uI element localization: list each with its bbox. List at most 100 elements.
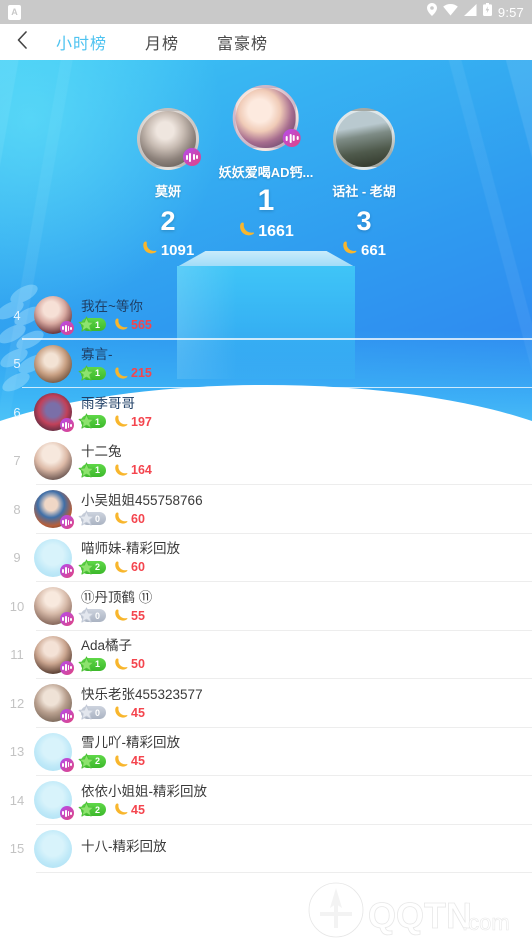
- score-value: 164: [131, 463, 152, 477]
- user-name: 十二兔: [81, 444, 122, 460]
- table-row[interactable]: 7 十二兔 1 164: [0, 437, 532, 485]
- table-row[interactable]: 5 寡言- 1 215: [0, 340, 532, 388]
- row-info: 雪儿吖-精彩回放 2 45: [78, 735, 180, 769]
- score: 164: [114, 463, 152, 477]
- row-meta: 1 215: [78, 365, 152, 381]
- live-badge-icon: [60, 757, 74, 772]
- score-value: 197: [131, 414, 152, 429]
- table-row[interactable]: 13 雪儿吖-精彩回放 2 45: [0, 728, 532, 776]
- row-meta: 2 60: [78, 559, 180, 575]
- top-three-winners: 莫妍 2 1091 话社 - 老胡 3 661 妖妖爱喝AD钙... 1 166…: [0, 60, 532, 320]
- row-info: 雨季哥哥 1 197: [78, 396, 152, 429]
- score-value: 45: [131, 802, 145, 817]
- winner-third-name: 话社 - 老胡: [332, 184, 396, 199]
- avatar-wrap[interactable]: [34, 587, 74, 627]
- ranking-list[interactable]: 4 我在~等你 1 565 5 寡言- 1 215 6 雨季哥哥 1 197 7 十二兔 1 164 8 小吴姐姐…: [0, 291, 532, 946]
- score-value: 60: [131, 560, 145, 574]
- row-info: 小吴姐姐455758766 0 60: [78, 493, 203, 526]
- rank-number: 4: [13, 307, 21, 323]
- avatar-wrap[interactable]: [34, 296, 74, 336]
- rank-number: 14: [9, 792, 25, 808]
- table-row[interactable]: 15 十八-精彩回放: [0, 825, 532, 873]
- score: 45: [114, 754, 145, 768]
- status-bar-right: 9:57: [426, 3, 524, 21]
- avatar-wrap[interactable]: [34, 490, 74, 530]
- status-bar-clock: 9:57: [497, 4, 524, 20]
- live-badge-icon: [60, 806, 74, 821]
- user-name: 快乐老张455323577: [81, 686, 203, 702]
- score-value: 45: [131, 705, 145, 720]
- level-value: 0: [95, 707, 101, 718]
- table-row[interactable]: 6 雨季哥哥 1 197: [0, 388, 532, 437]
- back-button[interactable]: [0, 24, 44, 60]
- avatar-wrap[interactable]: [34, 393, 74, 433]
- level-value: 0: [95, 610, 101, 621]
- live-badge-icon: [60, 418, 74, 433]
- table-row[interactable]: 8 小吴姐姐455758766 0 60: [0, 485, 532, 534]
- score-value: 215: [131, 366, 152, 380]
- row-meta: 1 50: [78, 656, 145, 672]
- rank-number: 12: [9, 695, 25, 711]
- rank-number: 5: [13, 356, 21, 372]
- avatar-wrap[interactable]: [34, 781, 74, 821]
- winner-first-avatar-wrap: [233, 85, 301, 151]
- score: 45: [114, 706, 145, 720]
- status-bar: A 9:57: [0, 0, 532, 24]
- level-badge: 2: [78, 753, 107, 769]
- table-row[interactable]: 12 快乐老张455323577 0 45: [0, 679, 532, 728]
- winner-third[interactable]: 话社 - 老胡 3 661: [318, 108, 410, 259]
- winner-second[interactable]: 莫妍 2 1091: [122, 108, 214, 259]
- table-row[interactable]: 9 喵师妹-精彩回放 2 60: [0, 534, 532, 582]
- live-badge-icon: [283, 129, 301, 147]
- winner-first-score: 1661: [258, 223, 294, 240]
- live-badge-icon: [60, 709, 74, 724]
- avatar-wrap[interactable]: [34, 441, 72, 480]
- row-info: 快乐老张455323577 0 45: [78, 686, 203, 720]
- avatar: [34, 344, 72, 383]
- winner-second-score: 1091: [160, 241, 195, 259]
- user-name: 依依小姐姐-精彩回放: [81, 783, 207, 799]
- score-value: 565: [131, 317, 152, 332]
- level-badge: 2: [78, 801, 107, 817]
- user-name: ⑪丹顶鹤 ⑪: [81, 589, 153, 605]
- tab-hourly[interactable]: 小时榜: [56, 30, 107, 54]
- row-meta: 0 45: [78, 704, 203, 720]
- avatar-wrap[interactable]: [34, 732, 74, 772]
- row-meta: 2 45: [78, 753, 180, 769]
- live-badge-icon: [60, 321, 74, 336]
- winner-second-avatar-wrap: [137, 108, 201, 170]
- status-bar-left: A: [8, 4, 21, 20]
- winner-second-rank: 2: [160, 206, 176, 236]
- user-name: 我在~等你: [81, 298, 143, 314]
- avatar-wrap[interactable]: [34, 538, 74, 578]
- tab-tycoon[interactable]: 富豪榜: [217, 30, 268, 54]
- level-badge: 0: [78, 510, 107, 526]
- table-row[interactable]: 10 ⑪丹顶鹤 ⑪ 0 55: [0, 582, 532, 631]
- rank-number: 8: [13, 501, 21, 517]
- avatar-wrap[interactable]: [34, 344, 72, 383]
- winner-first[interactable]: 妖妖爱喝AD钙... 1 1661: [218, 85, 314, 242]
- winner-first-name: 妖妖爱喝AD钙...: [218, 165, 314, 180]
- nav-tabs: 小时榜 月榜 富豪榜: [56, 30, 268, 54]
- level-badge: 2: [78, 559, 107, 575]
- row-meta: 0 55: [78, 607, 152, 623]
- table-row[interactable]: 4 我在~等你 1 565: [0, 291, 532, 340]
- score: 45: [114, 803, 145, 817]
- avatar-wrap[interactable]: [34, 635, 74, 675]
- score: 60: [114, 512, 145, 526]
- table-row[interactable]: 11 Ada橘子 1 50: [0, 631, 532, 679]
- avatar-wrap[interactable]: [34, 829, 72, 868]
- signal-icon: [463, 3, 477, 21]
- table-row[interactable]: 14 依依小姐姐-精彩回放 2 45: [0, 776, 532, 825]
- avatar: [34, 441, 72, 480]
- score-value: 55: [131, 608, 145, 623]
- score: 197: [114, 415, 152, 429]
- wifi-icon: [443, 3, 458, 21]
- app-notification-icon: A: [8, 4, 21, 20]
- winner-second-name: 莫妍: [154, 184, 181, 199]
- avatar-wrap[interactable]: [34, 684, 74, 724]
- score: 55: [114, 609, 145, 623]
- tab-monthly[interactable]: 月榜: [145, 30, 179, 54]
- row-info: 我在~等你 1 565: [78, 298, 152, 332]
- winner-first-rank: 1: [257, 184, 275, 217]
